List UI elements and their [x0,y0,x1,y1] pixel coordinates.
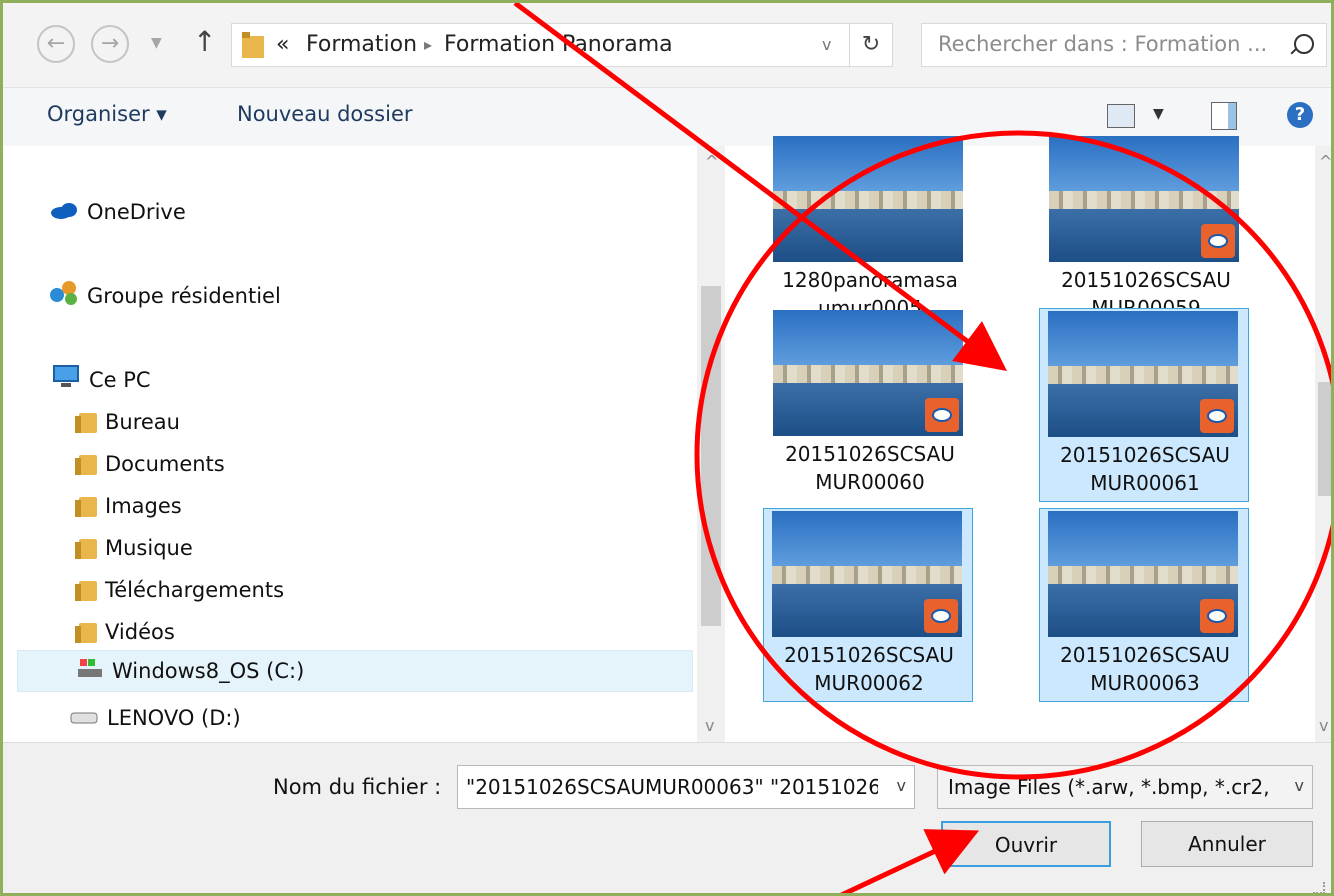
nav-item-videos[interactable]: Vidéos [75,614,175,650]
nav-label: Documents [105,452,225,476]
file-name: 20151026SCSAU MUR00061 [1060,443,1230,495]
nav-label: Musique [105,536,193,560]
drive-icon [76,652,104,692]
filename-value: "20151026SCSAUMUR00063" "20151026 [466,775,878,799]
file-list-scroll-thumb[interactable] [1318,382,1331,496]
nav-item-homegroup[interactable]: Groupe résidentiel [49,278,281,314]
faststone-eye-icon [925,398,959,432]
faststone-eye-icon [1201,224,1235,258]
file-tile[interactable]: 1280panoramasa umur0005 [765,134,975,328]
file-thumbnail [772,511,962,637]
faststone-eye-icon [1200,599,1234,633]
nav-item-musique[interactable]: Musique [75,530,193,566]
filename-combobox[interactable]: "20151026SCSAUMUR00063" "20151026 v [457,765,915,809]
nav-label: Groupe résidentiel [87,284,281,308]
videos-folder-icon [75,623,97,643]
nav-item-windows8-os[interactable]: Windows8_OS (C:) [17,650,693,692]
nav-item-documents[interactable]: Documents [75,446,225,482]
nav-item-onedrive[interactable]: OneDrive [49,194,186,230]
file-thumbnail [773,136,963,262]
nav-item-telechargements[interactable]: Téléchargements [75,572,285,608]
forward-button[interactable]: → [91,25,129,63]
organize-menu-button[interactable]: Organiser ▾ [47,102,167,126]
homegroup-icon [49,279,79,316]
address-field[interactable]: « Formation ▸ Formation Panorama v [231,23,851,67]
cancel-button[interactable]: Annuler [1141,821,1313,867]
documents-folder-icon [75,455,97,475]
recent-locations-chevron-icon[interactable]: ▼ [151,35,162,51]
up-button[interactable]: ↑ [193,25,216,58]
view-options-chevron-icon[interactable]: ▼ [1153,106,1164,122]
path-prefix[interactable]: « [276,32,289,57]
breadcrumb-formation[interactable]: Formation [306,32,417,57]
scroll-down-arrow-icon[interactable]: v [1319,716,1328,735]
nav-pane-scrollbar[interactable]: ^ v [697,146,725,742]
downloads-folder-icon [75,581,97,601]
nav-item-this-pc[interactable]: Ce PC [49,362,151,398]
filetype-value: Image Files (*.arw, *.bmp, *.cr2, [948,775,1270,799]
open-button[interactable]: Ouvrir [941,821,1111,867]
drive-icon [69,701,99,737]
chevron-down-icon[interactable]: v [897,776,906,795]
scroll-down-arrow-icon[interactable]: v [705,716,714,735]
nav-label: Téléchargements [105,578,285,602]
nav-item-images[interactable]: Images [75,488,182,524]
file-thumbnail [1048,311,1238,437]
new-folder-button[interactable]: Nouveau dossier [237,102,413,126]
refresh-button[interactable]: ↻ [849,23,893,67]
cloud-icon [49,195,79,231]
preview-pane-icon[interactable] [1211,102,1237,130]
nav-label: Bureau [105,410,180,434]
breadcrumb-formation-panorama[interactable]: Formation Panorama [444,32,673,57]
back-button[interactable]: ← [37,25,75,63]
view-options-icon[interactable] [1107,104,1135,128]
file-name: 20151026SCSAU MUR00060 [785,442,955,494]
address-toolbar: ← → ▼ ↑ « Formation ▸ Formation Panorama… [3,3,1331,87]
file-tile-selected[interactable]: 20151026SCSAU MUR00062 [763,508,973,702]
nav-label: OneDrive [87,200,186,224]
help-icon[interactable]: ? [1287,102,1313,128]
images-folder-icon [75,497,97,517]
resize-grip-icon[interactable] [1313,882,1325,893]
file-thumbnail [773,310,963,436]
scroll-up-arrow-icon[interactable]: ^ [705,152,718,171]
nav-label: Ce PC [89,368,151,392]
address-history-chevron-icon[interactable]: v [822,35,831,54]
folder-icon [240,30,266,60]
music-folder-icon [75,539,97,559]
file-tile[interactable]: 20151026SCSAUMUR00059 [1041,134,1251,328]
nav-item-bureau[interactable]: Bureau [75,404,180,440]
file-open-dialog: ← → ▼ ↑ « Formation ▸ Formation Panorama… [0,0,1334,896]
file-list: 1280panoramasaumur0005 20151026SCSAUMUR0… [725,136,1315,742]
scroll-up-arrow-icon[interactable]: ^ [1319,152,1331,171]
nav-pane-scroll-thumb[interactable] [701,286,721,626]
file-list-scrollbar[interactable]: ^ v [1315,146,1331,742]
file-tile-selected[interactable]: 20151026SCSAU MUR00063 [1039,508,1249,702]
search-field[interactable]: Rechercher dans : Formation ... [921,23,1327,67]
faststone-eye-icon [924,599,958,633]
computer-icon [49,363,81,400]
nav-label: Vidéos [105,620,175,644]
file-tile-selected[interactable]: 20151026SCSAU MUR00061 [1039,308,1249,502]
navigation-pane: OneDrive Groupe résidentiel Ce PC Bureau… [3,146,723,742]
file-name: 20151026SCSAU MUR00063 [1060,643,1230,695]
file-tile[interactable]: 20151026SCSAU MUR00060 [765,308,975,502]
nav-label: Images [105,494,182,518]
file-name: 20151026SCSAU MUR00062 [784,643,954,695]
breadcrumb-separator-icon[interactable]: ▸ [424,35,432,54]
search-icon[interactable] [1294,34,1314,54]
desktop-folder-icon [75,413,97,433]
filetype-select[interactable]: Image Files (*.arw, *.bmp, *.cr2, v [937,765,1313,809]
file-thumbnail [1049,136,1239,262]
nav-label: Windows8_OS (C:) [112,659,305,683]
dialog-footer: Nom du fichier : "20151026SCSAUMUR00063"… [3,742,1331,893]
file-thumbnail [1048,511,1238,637]
filename-label: Nom du fichier : [273,775,442,799]
chevron-down-icon[interactable]: v [1295,776,1304,795]
nav-item-lenovo[interactable]: LENOVO (D:) [69,700,241,736]
nav-label: LENOVO (D:) [107,706,241,730]
search-placeholder: Rechercher dans : Formation ... [938,32,1268,56]
faststone-eye-icon [1200,399,1234,433]
